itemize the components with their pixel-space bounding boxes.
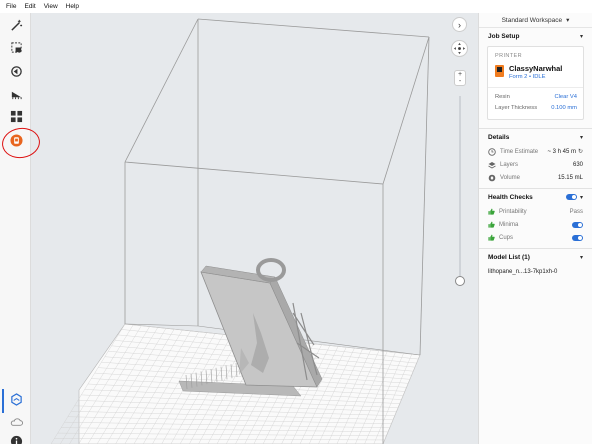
- menu-help[interactable]: Help: [66, 3, 79, 10]
- thumbs-up-icon: [488, 234, 495, 241]
- layer-thickness-value[interactable]: 0.100 mm: [551, 105, 577, 111]
- layers-label: Layers: [500, 161, 519, 168]
- model-list-header[interactable]: Model List (1) ▾: [479, 249, 592, 265]
- chevron-down-icon: ▾: [579, 33, 583, 40]
- info-icon[interactable]: [8, 433, 25, 444]
- chevron-down-icon: ▾: [566, 17, 570, 24]
- chevron-right-icon: ›: [458, 19, 461, 30]
- minima-label: Minima: [499, 221, 519, 228]
- details-title: Details: [488, 133, 510, 141]
- layers-icon: [488, 161, 496, 168]
- cups-toggle[interactable]: [572, 234, 583, 241]
- scene-icon[interactable]: [8, 391, 25, 408]
- layer-slider-track[interactable]: [459, 96, 461, 282]
- orient-icon[interactable]: [8, 63, 25, 80]
- supports-icon[interactable]: [8, 86, 25, 103]
- layer-thickness-label: Layer Thickness: [495, 105, 538, 111]
- resin-row: Resin Clear V4: [495, 94, 577, 100]
- resin-label: Resin: [495, 94, 510, 100]
- job-setup-title: Job Setup: [488, 32, 520, 40]
- model-list-title: Model List (1): [488, 253, 530, 261]
- thumbs-up-icon: [488, 208, 495, 215]
- left-toolbar: [0, 13, 31, 444]
- layers-value: 630: [572, 161, 583, 168]
- zoom-out-button[interactable]: -: [455, 78, 465, 85]
- printer-icon: [495, 65, 504, 77]
- printer-caption: PRINTER: [495, 53, 522, 59]
- printability-label: Printability: [499, 208, 527, 215]
- clock-icon: [488, 147, 496, 156]
- chevron-down-icon: ▾: [579, 194, 583, 201]
- layout-icon[interactable]: [8, 108, 25, 125]
- cloud-icon[interactable]: [8, 414, 25, 431]
- menu-edit[interactable]: Edit: [24, 3, 35, 10]
- time-estimate-value: ~ 3 h 45 m: [547, 148, 576, 155]
- right-panel: Standard Workspace ▾ Job Setup ▾ PRINTER…: [478, 13, 592, 444]
- layers-row: Layers 630: [479, 158, 592, 171]
- build-volume-scene: [50, 18, 430, 444]
- volume-icon: [488, 174, 496, 181]
- chevron-down-icon: ▾: [579, 134, 583, 141]
- printer-card[interactable]: PRINTER ClassyNarwhal Form 2 • IDLE Resi…: [487, 46, 584, 120]
- menu-bar: File Edit View Help: [0, 0, 592, 13]
- select-icon[interactable]: [8, 39, 25, 56]
- menu-view[interactable]: View: [44, 3, 58, 10]
- model-list-item[interactable]: lithopane_n...13-7kp1xh-0: [479, 265, 592, 279]
- cups-row: Cups: [479, 231, 592, 244]
- 3d-viewport[interactable]: › + -: [31, 13, 478, 444]
- time-estimate-row: Time Estimate ~ 3 h 45 m ↻: [479, 145, 592, 158]
- zoom-in-button[interactable]: +: [455, 71, 465, 78]
- printer-model-status: Form 2 • IDLE: [509, 74, 546, 80]
- health-checks-toggle[interactable]: [565, 194, 577, 200]
- workspace-label: Standard Workspace: [501, 16, 563, 24]
- active-indicator: [2, 389, 4, 413]
- health-checks-header[interactable]: Health Checks ▾: [479, 189, 592, 205]
- minima-row: Minima: [479, 218, 592, 231]
- layer-slider-handle[interactable]: [455, 276, 465, 286]
- magic-wand-icon[interactable]: [8, 17, 25, 34]
- layer-thickness-row: Layer Thickness 0.100 mm: [495, 105, 577, 111]
- camera-navigation-pad[interactable]: [451, 40, 468, 57]
- resin-value[interactable]: Clear V4: [554, 94, 577, 100]
- job-setup-header[interactable]: Job Setup ▾: [479, 28, 592, 44]
- volume-label: Volume: [500, 174, 521, 181]
- details-header[interactable]: Details ▾: [479, 129, 592, 145]
- time-estimate-label: Time Estimate: [500, 148, 539, 155]
- printer-name: ClassyNarwhal: [509, 64, 563, 73]
- collapse-panel-button[interactable]: ›: [452, 17, 467, 32]
- printability-value: Pass: [569, 208, 583, 215]
- volume-value: 15.15 mL: [557, 174, 583, 181]
- card-divider: [488, 87, 583, 88]
- volume-row: Volume 15.15 mL: [479, 171, 592, 184]
- menu-file[interactable]: File: [6, 3, 16, 10]
- thumbs-up-icon: [488, 221, 495, 228]
- cups-label: Cups: [499, 234, 514, 241]
- health-checks-title: Health Checks: [488, 193, 533, 201]
- printability-row: Printability Pass: [479, 205, 592, 218]
- workspace-selector[interactable]: Standard Workspace ▾: [479, 13, 592, 28]
- minima-toggle[interactable]: [572, 221, 583, 228]
- refresh-icon[interactable]: ↻: [578, 148, 583, 155]
- chevron-down-icon: ▾: [579, 254, 583, 261]
- zoom-control[interactable]: + -: [454, 70, 466, 86]
